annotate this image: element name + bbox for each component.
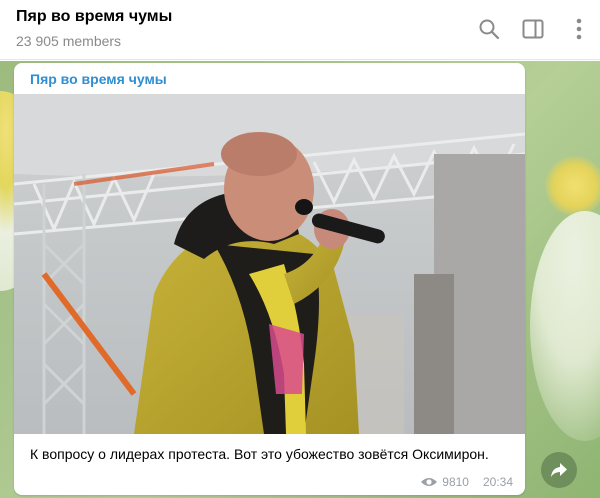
flower-decoration [545, 156, 600, 216]
views-icon [421, 478, 438, 486]
views-count: 9810 [442, 475, 469, 489]
share-button[interactable] [541, 452, 577, 488]
search-icon[interactable] [476, 16, 502, 42]
chat-header: Пяр во время чумы 23 905 members [0, 0, 600, 60]
share-arrow-icon [551, 463, 567, 477]
chat-title[interactable]: Пяр во время чумы [16, 8, 172, 26]
message-author[interactable]: Пяр во время чумы [30, 71, 167, 87]
sidebar-toggle-icon[interactable] [520, 16, 546, 42]
member-count: 23 905 members [16, 33, 122, 49]
message-text: К вопросу о лидерах протеста. Вот это уб… [30, 446, 489, 462]
message-photo[interactable] [14, 94, 525, 434]
message-time: 20:34 [482, 475, 513, 489]
more-vertical-icon[interactable] [566, 16, 592, 42]
photo-image [14, 94, 525, 434]
message-meta: 9810 20:34 [420, 475, 513, 489]
flower-decoration [530, 211, 600, 441]
message-bubble[interactable]: Пяр во время чумы К вопросу о лидерах пр… [14, 63, 525, 495]
